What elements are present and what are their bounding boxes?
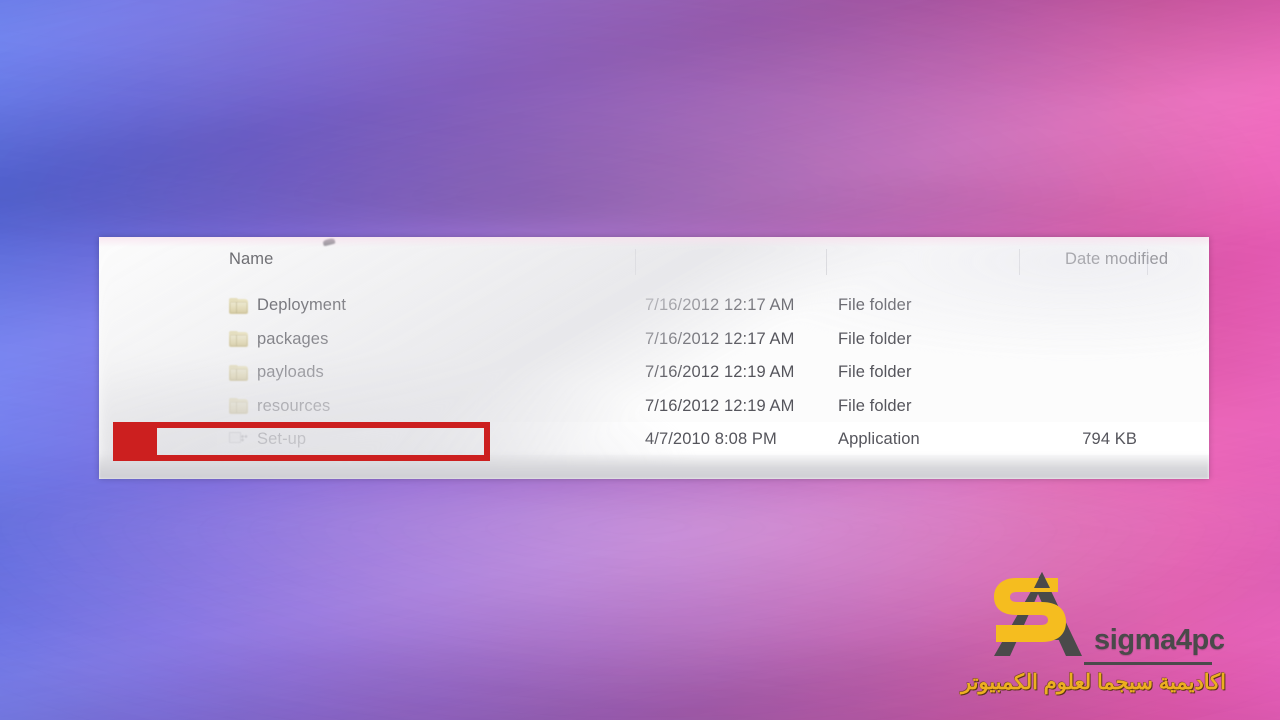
cell-name: packages: [229, 323, 328, 357]
cell-date-modified: 7/16/2012 12:19 AM: [645, 396, 795, 415]
file-name-label: Deployment: [257, 296, 347, 315]
brand-name-label: sigma4pc: [1094, 624, 1225, 656]
brand-tagline-arabic: اكاديمية سيجما لعلوم الكمبيوتر: [961, 671, 1226, 694]
cell-date-modified: 4/7/2010 8:08 PM: [645, 430, 777, 449]
cell-size: [1031, 356, 1137, 390]
sigma4pc-logo-icon: [994, 572, 1082, 656]
table-row[interactable]: resources 7/16/2012 12:19 AM File folder: [99, 390, 1209, 424]
column-divider[interactable]: [1147, 249, 1148, 275]
table-row[interactable]: Deployment 7/16/2012 12:17 AM File folde…: [99, 289, 1209, 323]
panel-top-tint: [99, 237, 1209, 247]
folder-icon: [229, 364, 248, 381]
brand-underline: [1084, 662, 1212, 665]
watermark-logo: sigma4pc اكاديمية سيجما لعلوم الكمبيوتر: [961, 566, 1226, 710]
cell-name: resources: [229, 390, 330, 424]
cell-date-modified: 7/16/2012 12:17 AM: [645, 296, 795, 315]
cell-name: payloads: [229, 356, 324, 390]
cell-size: [1031, 323, 1137, 357]
table-row[interactable]: packages 7/16/2012 12:17 AM File folder: [99, 323, 1209, 357]
cell-type: File folder: [838, 396, 912, 415]
column-header-date-modified-label: Date modified: [1065, 249, 1169, 268]
file-name-label: payloads: [257, 363, 324, 382]
cell-type: Application: [838, 430, 920, 449]
column-divider[interactable]: [826, 249, 827, 275]
file-name-label: resources: [257, 396, 331, 415]
folder-icon: [229, 398, 248, 415]
column-divider[interactable]: [635, 249, 636, 275]
red-annotation-rectangle: [113, 422, 490, 461]
cell-type: File folder: [838, 296, 912, 315]
folder-icon: [229, 297, 248, 314]
cell-name: Deployment: [229, 289, 346, 323]
file-name-label: packages: [257, 329, 329, 348]
column-header-name-label: Name: [229, 249, 274, 268]
cell-size: [1031, 289, 1137, 323]
cell-size: 794 KB: [1082, 430, 1137, 449]
column-divider[interactable]: [1019, 249, 1020, 275]
table-row[interactable]: payloads 7/16/2012 12:19 AM File folder: [99, 356, 1209, 390]
screenshot-root: Name Date modified Type Size: [0, 0, 1280, 720]
cell-size: [1031, 390, 1137, 424]
cell-date-modified: 7/16/2012 12:19 AM: [645, 363, 795, 382]
folder-icon: [229, 331, 248, 348]
cell-type: File folder: [838, 329, 912, 348]
cell-date-modified: 7/16/2012 12:17 AM: [645, 329, 795, 348]
cell-type: File folder: [838, 363, 912, 382]
